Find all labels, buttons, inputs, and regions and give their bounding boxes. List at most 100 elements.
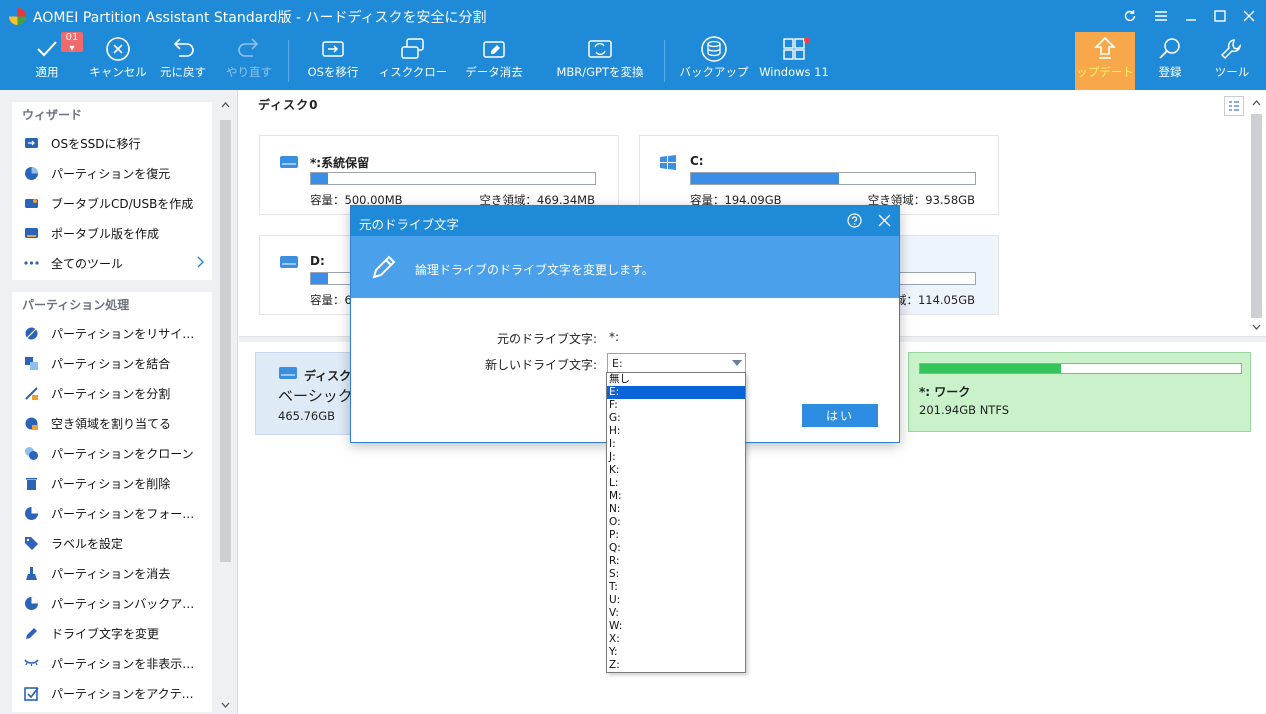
pending-count: 01 <box>65 32 79 43</box>
convert-drive-icon <box>586 32 614 66</box>
redo-button[interactable]: やり直す <box>222 32 276 90</box>
pending-count-badge: 01 ▾ <box>61 32 83 54</box>
dropdown-option[interactable]: L: <box>607 477 745 490</box>
scroll-up-icon[interactable] <box>1252 100 1261 106</box>
work-partition[interactable]: *: ワーク 201.94GB NTFS <box>908 352 1251 432</box>
refresh-icon[interactable] <box>1117 4 1143 28</box>
ok-button[interactable]: はい <box>802 404 878 427</box>
mbr-gpt-button[interactable]: MBR/GPTを変換 <box>556 32 644 90</box>
register-button[interactable]: 登録 <box>1148 32 1192 90</box>
dropdown-option[interactable]: Q: <box>607 542 745 555</box>
main-scroll-thumb[interactable] <box>1251 114 1262 318</box>
upgrade-button[interactable]: ップデート <box>1075 32 1135 90</box>
cancel-button[interactable]: キャンセル <box>86 32 150 90</box>
sidebar-scrollbar[interactable] <box>218 98 232 712</box>
scroll-down-icon[interactable] <box>221 702 230 708</box>
dropdown-option[interactable]: P: <box>607 529 745 542</box>
sidebar-item[interactable]: ブータブルCD/USBを作成 <box>12 188 212 218</box>
sidebar-item[interactable]: パーティションをアクテ… <box>12 678 212 708</box>
tools-button[interactable]: ツール <box>1210 32 1254 90</box>
sidebar-item-label: パーティションを復元 <box>51 166 171 181</box>
sidebar-item-label: 全てのツール <box>51 256 124 271</box>
dropdown-option[interactable]: T: <box>607 581 745 594</box>
sidebar-item[interactable]: パーティションをフォー… <box>12 498 212 528</box>
check-icon <box>35 32 59 66</box>
dropdown-option[interactable]: Z: <box>607 659 745 672</box>
sidebar-item[interactable]: OSをSSDに移行 <box>12 128 212 158</box>
dropdown-option[interactable]: F: <box>607 399 745 412</box>
sidebar-item-label: 空き領域を割り当てる <box>51 416 172 431</box>
sidebar-item[interactable]: 全てのツール <box>12 248 212 278</box>
partition-name: *:系統保留 <box>310 156 370 170</box>
maximize-button[interactable] <box>1207 4 1233 28</box>
dropdown-option[interactable]: E: <box>607 386 745 399</box>
usage-bar <box>690 172 976 185</box>
help-icon[interactable] <box>847 213 862 231</box>
work-partition-size: 201.94GB NTFS <box>919 403 1010 417</box>
dropdown-option[interactable]: W: <box>607 620 745 633</box>
dropdown-option[interactable]: Y: <box>607 646 745 659</box>
dropdown-option[interactable]: N: <box>607 503 745 516</box>
drive-letter-dropdown[interactable]: 無し E: F: G: H: I: J: K: L: M: N: O: P: Q: R: S: T: U: V: W:… <box>606 372 746 673</box>
sidebar-item[interactable]: ドライブ文字を変更 <box>12 618 212 648</box>
sidebar-item[interactable]: 空き領域を割り当てる <box>12 408 212 438</box>
partition-card[interactable]: *:系統保留 容量：500.00MB 空き領域：469.34MB <box>259 135 619 215</box>
drive-icon <box>279 154 299 173</box>
disk-clone-button[interactable]: ィスククロー <box>376 32 450 90</box>
sidebar-item[interactable]: パーティションを結合 <box>12 348 212 378</box>
sidebar-item[interactable]: パーティションをリサイ… <box>12 318 212 348</box>
menu-icon[interactable] <box>1148 4 1174 28</box>
migrate-os-button[interactable]: OSを移行 <box>302 32 364 90</box>
sidebar-item[interactable]: ポータブル版を作成 <box>12 218 212 248</box>
dialog-close-icon[interactable] <box>878 214 891 230</box>
sidebar-item[interactable]: パーティションを消去 <box>12 558 212 588</box>
wizard-list: OSをSSDに移行パーティションを復元ブータブルCD/USBを作成 ポータブル版を… <box>12 128 212 278</box>
sidebar-scroll-thumb[interactable] <box>220 120 231 562</box>
sidebar-item[interactable]: ラベルを設定 <box>12 528 212 558</box>
sidebar-item[interactable]: パーティションを削除 <box>12 468 212 498</box>
backup-button[interactable]: バックアップ <box>676 32 752 90</box>
migrate-os-label: OSを移行 <box>307 65 359 79</box>
chevron-down-icon <box>732 360 742 366</box>
undo-icon <box>170 32 196 66</box>
partition-list: パーティションをリサイ… パーティションを結合パーティションを分割 空き領域を割り当… <box>12 318 212 708</box>
dropdown-option[interactable]: R: <box>607 555 745 568</box>
sidebar-item[interactable]: パーティションをクローン <box>12 438 212 468</box>
dropdown-option[interactable]: K: <box>607 464 745 477</box>
dropdown-option[interactable]: X: <box>607 633 745 646</box>
windows11-button[interactable]: Windows 11 <box>759 32 829 90</box>
sidebar-item-label: パーティションを分割 <box>51 386 171 401</box>
register-label: 登録 <box>1158 65 1182 79</box>
dropdown-option[interactable]: 無し <box>607 373 745 386</box>
sidebar-item[interactable]: パーティションを復元 <box>12 158 212 188</box>
minimize-button[interactable] <box>1178 4 1204 28</box>
sidebar-item[interactable]: パーティションを非表示… <box>12 648 212 678</box>
scroll-up-icon[interactable] <box>221 102 230 108</box>
tag-icon <box>24 536 39 551</box>
dropdown-option[interactable]: H: <box>607 425 745 438</box>
partition-panel: パーティション処理 パーティションをリサイ… パーティションを結合 パーティションを… <box>12 292 212 712</box>
dialog-message: 論理ドライブのドライブ文字を変更します。 <box>415 263 654 277</box>
format-icon <box>24 506 39 521</box>
dropdown-option[interactable]: U: <box>607 594 745 607</box>
dropdown-option[interactable]: M: <box>607 490 745 503</box>
new-letter-select[interactable]: E: <box>607 353 746 373</box>
dropdown-option[interactable]: O: <box>607 516 745 529</box>
dropdown-option[interactable]: S: <box>607 568 745 581</box>
dropdown-option[interactable]: I: <box>607 438 745 451</box>
wipe-icon <box>24 566 39 581</box>
sidebar-item[interactable]: パーティションバックア… <box>12 588 212 618</box>
close-button[interactable] <box>1236 4 1262 28</box>
scroll-down-icon[interactable] <box>1252 324 1261 330</box>
drive-arrow-icon <box>320 32 346 66</box>
main-scrollbar[interactable] <box>1249 96 1265 334</box>
view-toggle-icon[interactable] <box>1224 96 1244 116</box>
dropdown-option[interactable]: G: <box>607 412 745 425</box>
pencil-icon <box>369 252 399 285</box>
dropdown-option[interactable]: V: <box>607 607 745 620</box>
data-erase-button[interactable]: データ消去 <box>462 32 526 90</box>
sidebar-item[interactable]: パーティションを分割 <box>12 378 212 408</box>
partition-card[interactable]: C: 容量：194.09GB 空き領域：93.58GB <box>639 135 999 215</box>
dropdown-option[interactable]: J: <box>607 451 745 464</box>
undo-button[interactable]: 元に戻す <box>156 32 210 90</box>
